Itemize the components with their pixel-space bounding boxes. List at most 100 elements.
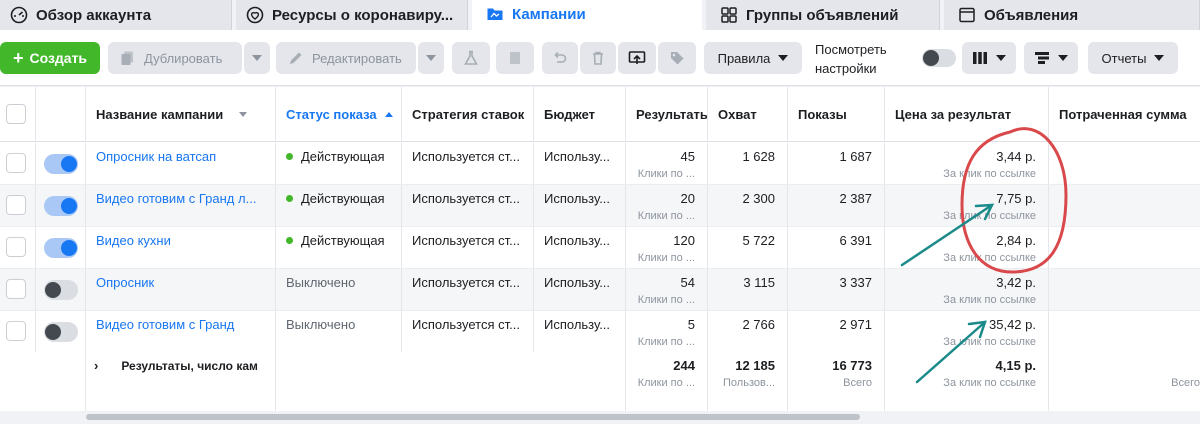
cost-per-result-cell: 2,84 р. За клик по ссылке	[885, 227, 1049, 268]
table-row[interactable]: Опросник на ватсап Действующая Используетс…	[0, 143, 1200, 185]
status-text: Действующая	[301, 233, 385, 248]
header-reach[interactable]: Охват	[708, 87, 788, 141]
toggle-cell	[36, 311, 86, 352]
create-label: Создать	[29, 50, 88, 66]
totals-results: 244 Клики по ...	[626, 352, 708, 411]
header-impressions[interactable]: Показы	[788, 87, 885, 141]
view-settings-toggle[interactable]	[922, 49, 956, 67]
toggle-cell	[36, 227, 86, 268]
table-row[interactable]: Видео готовим с Гранд Выключено Использует…	[0, 311, 1200, 353]
duplicate-button[interactable]: Дублировать	[108, 42, 242, 74]
bid-strategy-cell: Используется ст...	[402, 185, 534, 226]
impressions-cell: 1 687	[788, 143, 885, 184]
amount-spent-cell	[1049, 227, 1200, 268]
header-delivery-status[interactable]: Статус показа	[276, 87, 402, 141]
delivery-status-cell: Выключено	[276, 311, 402, 352]
grid-icon	[721, 7, 737, 23]
bid-strategy-cell: Используется ст...	[402, 269, 534, 310]
create-button[interactable]: + Создать	[0, 42, 100, 74]
table-row[interactable]: Видео готовим с Гранд л... Действующая Исп…	[0, 185, 1200, 227]
export-button[interactable]	[618, 42, 656, 74]
amount-spent-cell	[1049, 269, 1200, 310]
heart-shield-icon	[246, 6, 264, 24]
totals-label: Результаты, число кам	[121, 359, 258, 373]
header-campaign-name[interactable]: Название кампании	[86, 87, 276, 141]
duplicate-dropdown[interactable]	[244, 42, 270, 74]
select-all-checkbox[interactable]	[6, 104, 26, 124]
edit-button[interactable]: Редактировать	[276, 42, 416, 74]
pencil-icon	[290, 52, 302, 64]
totals-label-cell: › Результаты, число кам	[86, 352, 276, 411]
campaign-toggle[interactable]	[44, 322, 78, 342]
columns-icon	[973, 52, 987, 64]
ab-test-button[interactable]	[452, 42, 490, 74]
status-text: Действующая	[301, 149, 385, 164]
header-budget[interactable]: Бюджет	[534, 87, 626, 141]
edit-dropdown[interactable]	[418, 42, 444, 74]
breakdown-button[interactable]	[1024, 42, 1078, 74]
results-cell: 20 Клики по ...	[626, 185, 708, 226]
amount-spent-cell	[1049, 143, 1200, 184]
status-text: Действующая	[301, 191, 385, 206]
tab-label: Группы объявлений	[746, 6, 899, 24]
scrollbar-thumb[interactable]	[86, 414, 860, 420]
campaign-name-link[interactable]: Опросник	[96, 275, 154, 290]
cost-per-result-cell: 7,75 р. За клик по ссылке	[885, 185, 1049, 226]
campaign-toggle[interactable]	[44, 280, 78, 300]
totals-cost-per-result: 4,15 р. За клик по ссылке	[885, 352, 1049, 411]
export-icon	[628, 51, 646, 64]
campaign-name-link[interactable]: Видео готовим с Гранд л...	[96, 191, 256, 206]
reports-label: Отчеты	[1101, 50, 1147, 66]
undo-button[interactable]	[542, 42, 578, 74]
rules-label: Правила	[717, 50, 771, 66]
table-row[interactable]: Видео кухни Действующая Используется ст...…	[0, 227, 1200, 269]
reach-cell: 5 722	[708, 227, 788, 268]
campaign-toggle[interactable]	[44, 196, 78, 216]
row-checkbox[interactable]	[6, 279, 26, 299]
row-checkbox[interactable]	[6, 321, 26, 341]
header-select-cell	[0, 87, 36, 141]
tab-ads[interactable]: Объявления	[944, 0, 1200, 30]
tab-ad-sets[interactable]: Группы объявлений	[706, 0, 940, 30]
table-row[interactable]: Опросник Выключено Используется ст... Испол…	[0, 269, 1200, 311]
chevron-right-icon[interactable]: ›	[94, 358, 110, 373]
campaign-name-link[interactable]: Видео кухни	[96, 233, 171, 248]
row-checkbox[interactable]	[6, 195, 26, 215]
tab-label: Кампании	[512, 5, 586, 23]
header-bid-strategy[interactable]: Стратегия ставок	[402, 87, 534, 141]
archive-button[interactable]	[496, 42, 534, 74]
tab-covid-resources[interactable]: Ресурсы о коронавиру...	[236, 0, 468, 30]
rules-button[interactable]: Правила	[704, 42, 802, 74]
toggle-knob	[923, 50, 939, 66]
results-cell: 5 Клики по ...	[626, 311, 708, 352]
columns-button[interactable]	[962, 42, 1016, 74]
reports-button[interactable]: Отчеты	[1088, 42, 1178, 74]
tab-account-overview[interactable]: Обзор аккаунта	[0, 0, 232, 30]
select-cell	[0, 269, 36, 310]
row-checkbox[interactable]	[6, 237, 26, 257]
delete-button[interactable]	[580, 42, 616, 74]
campaign-toggle[interactable]	[44, 154, 78, 174]
campaign-name-link[interactable]: Опросник на ватсап	[96, 149, 216, 164]
breakdown-icon	[1035, 52, 1049, 64]
header-amount-spent[interactable]: Потраченная сумма	[1049, 87, 1200, 141]
results-cell: 120 Клики по ...	[626, 227, 708, 268]
cost-per-result-cell: 3,44 р. За клик по ссылке	[885, 143, 1049, 184]
campaign-toggle[interactable]	[44, 238, 78, 258]
header-cost-per-result[interactable]: Цена за результат	[885, 87, 1049, 141]
impressions-cell: 2 971	[788, 311, 885, 352]
bid-strategy-cell: Используется ст...	[402, 227, 534, 268]
header-results[interactable]: Результаты	[626, 87, 708, 141]
row-checkbox[interactable]	[6, 153, 26, 173]
campaign-name-link[interactable]: Видео готовим с Гранд	[96, 317, 234, 332]
delivery-status-cell: Выключено	[276, 269, 402, 310]
status-dot-icon	[286, 153, 293, 160]
tab-campaigns[interactable]: Кампании	[472, 0, 702, 30]
bid-strategy-cell: Используется ст...	[402, 311, 534, 352]
delivery-status-cell: Действующая	[276, 227, 402, 268]
horizontal-scrollbar[interactable]	[0, 411, 1200, 424]
toolbar: + Создать Дублировать Редактировать Прав…	[0, 30, 1200, 86]
budget-cell: Использу...	[534, 269, 626, 310]
results-cell: 54 Клики по ...	[626, 269, 708, 310]
tag-button[interactable]	[658, 42, 696, 74]
